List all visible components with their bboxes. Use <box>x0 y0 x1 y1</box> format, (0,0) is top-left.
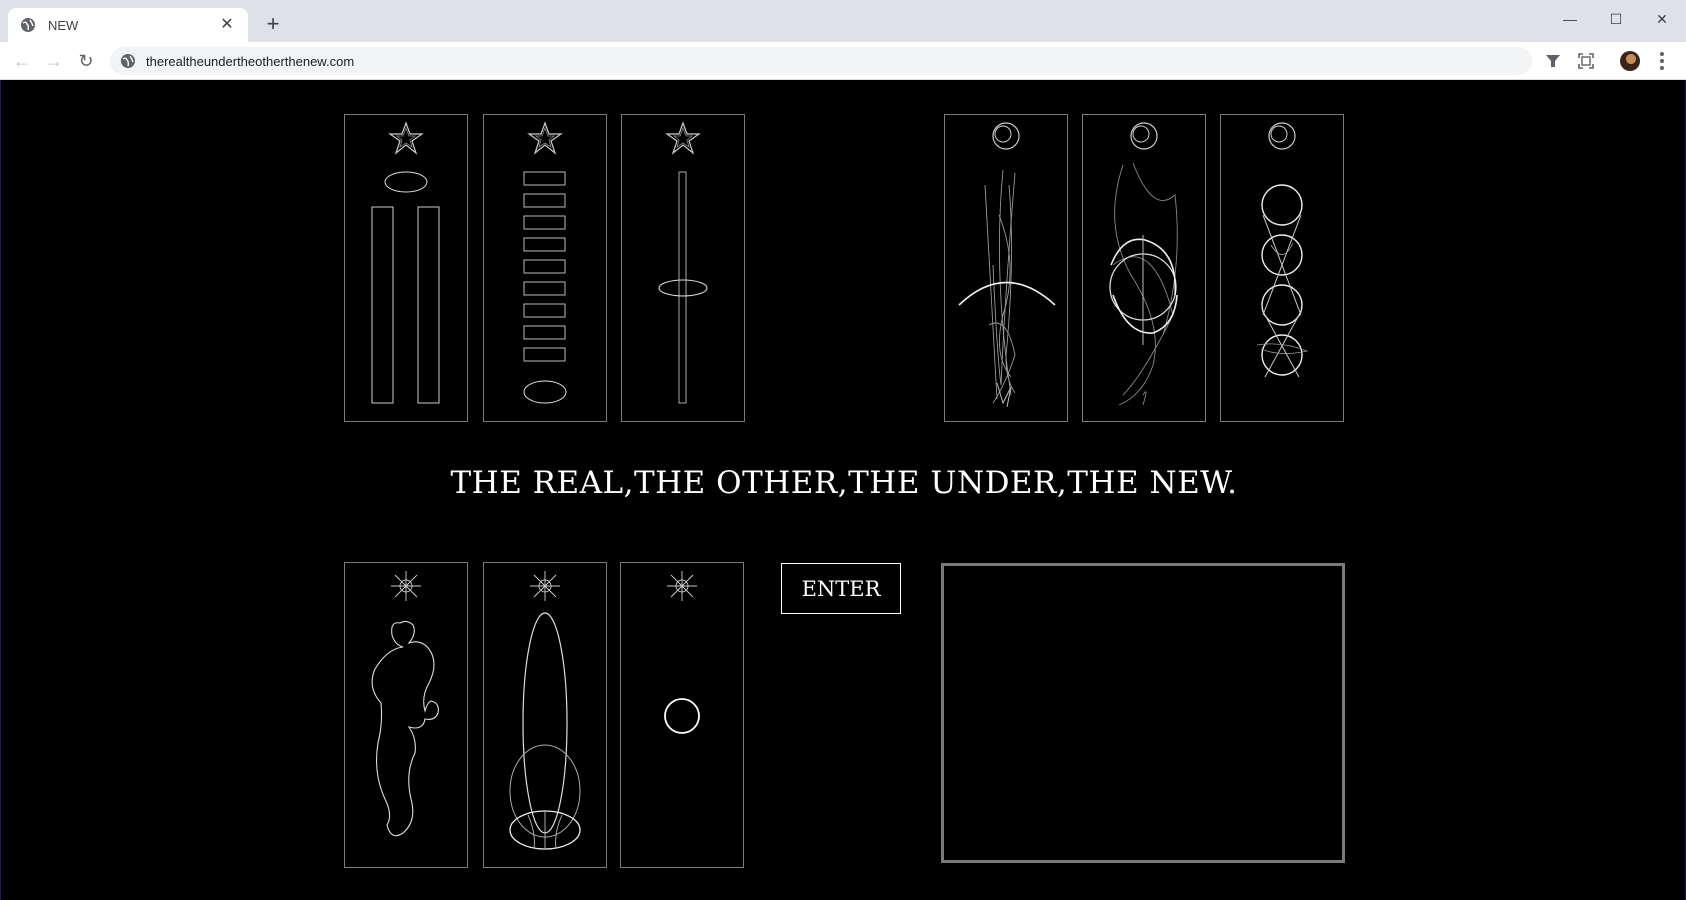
close-tab-icon[interactable]: ✕ <box>218 16 236 34</box>
minimize-icon[interactable]: — <box>1552 6 1588 32</box>
card-single-circle[interactable] <box>620 562 744 868</box>
globe-icon <box>121 54 135 68</box>
back-arrow-icon[interactable]: ← <box>10 49 34 73</box>
maximize-icon[interactable]: ☐ <box>1598 6 1634 32</box>
rod-with-ring-illustration <box>658 121 708 404</box>
tall-ellipse-illustration <box>509 571 581 850</box>
card-stacked-blocks[interactable] <box>483 114 607 422</box>
tab-title: NEW <box>48 17 79 33</box>
page-headline: THE REAL,THE OTHER,THE UNDER,THE NEW. <box>450 465 1238 501</box>
extension-icon[interactable] <box>1543 51 1563 71</box>
address-bar[interactable]: therealtheundertheotherthenew.com <box>110 47 1532 75</box>
new-tab-icon[interactable]: + <box>262 13 284 35</box>
card-bubble-form[interactable] <box>344 562 468 868</box>
card-scribble-sphere[interactable] <box>1082 114 1206 422</box>
bubble-form-illustration <box>371 571 439 837</box>
card-twin-pillars[interactable] <box>344 114 468 422</box>
card-tall-ellipse[interactable] <box>483 562 607 868</box>
scribble-sphere-illustration <box>1109 122 1178 406</box>
stacked-blocks-illustration <box>523 121 567 404</box>
url-text: therealtheundertheotherthenew.com <box>146 53 355 69</box>
profile-avatar[interactable] <box>1620 51 1640 71</box>
page-content: THE REAL,THE OTHER,THE UNDER,THE NEW. EN… <box>0 80 1686 900</box>
scribble-arc-illustration <box>958 122 1056 408</box>
single-circle-illustration <box>664 571 700 734</box>
browser-titlebar: NEW ✕ + — ☐ ✕ <box>0 0 1686 42</box>
screenshot-icon[interactable] <box>1576 51 1596 71</box>
media-frame[interactable] <box>941 563 1345 863</box>
browser-toolbar: ← → ↻ therealtheundertheotherthenew.com <box>0 42 1686 80</box>
forward-arrow-icon[interactable]: → <box>42 49 66 73</box>
card-scribble-arc[interactable] <box>944 114 1068 422</box>
browser-tab[interactable]: NEW ✕ <box>8 8 248 42</box>
enter-button[interactable]: ENTER <box>781 563 901 614</box>
chain-of-circles-illustration <box>1256 122 1309 378</box>
card-rod-with-ring[interactable] <box>621 114 745 422</box>
globe-icon <box>21 18 35 32</box>
reload-icon[interactable]: ↻ <box>74 49 98 73</box>
menu-dots-icon[interactable] <box>1656 50 1668 72</box>
window-close-icon[interactable]: ✕ <box>1644 6 1680 32</box>
card-chain-of-circles[interactable] <box>1220 114 1344 422</box>
twin-pillars-illustration <box>371 121 440 404</box>
